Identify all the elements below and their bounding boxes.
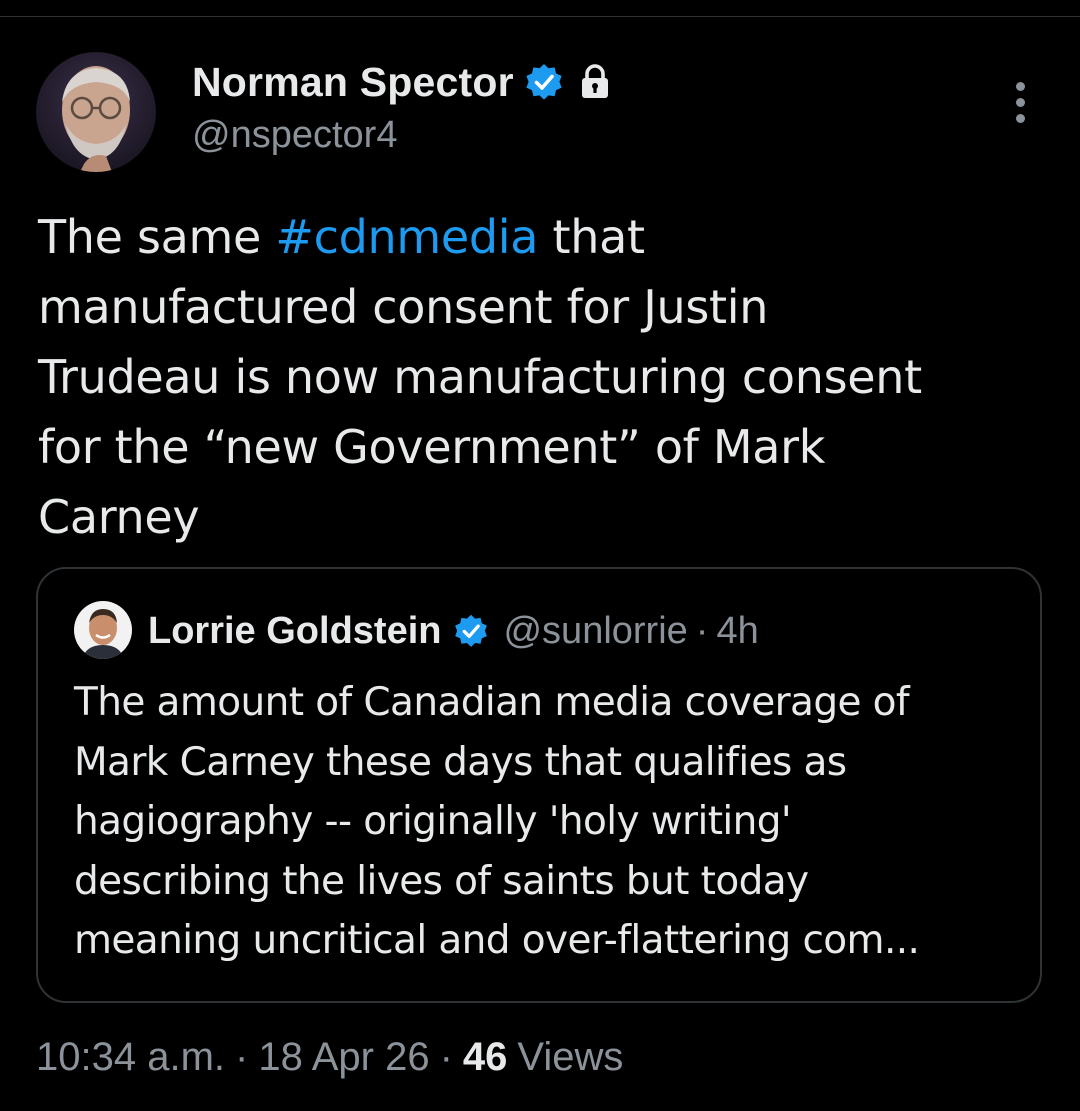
tweet-text-segment: The same — [38, 210, 276, 264]
more-options-icon[interactable] — [1000, 78, 1040, 126]
author-handle[interactable]: @nspector4 — [192, 114, 397, 157]
tweet-text-segment: that — [538, 210, 645, 264]
tweet-time[interactable]: 10:34 a.m. — [36, 1035, 225, 1080]
tweet-line: The same #cdnmedia that — [38, 202, 1028, 272]
more-dot — [1015, 81, 1025, 91]
quoted-header: Lorrie Goldstein @sunlorrie · 4h — [148, 603, 759, 659]
tweet-line: for the “new Government” of Mark — [38, 420, 826, 474]
quoted-line: describing the lives of saints but today — [74, 858, 809, 904]
views-count[interactable]: 46 — [463, 1035, 508, 1080]
more-dot — [1015, 97, 1025, 107]
quoted-timestamp[interactable]: 4h — [716, 610, 758, 653]
verified-badge-icon — [524, 62, 564, 102]
quoted-author-avatar[interactable] — [74, 601, 132, 659]
quoted-text: The amount of Canadian media coverage of… — [74, 673, 1024, 971]
more-dot — [1015, 113, 1025, 123]
lock-icon — [580, 64, 610, 100]
tweet-line: Trudeau is now manufacturing consent — [38, 350, 922, 404]
author-name-row: Norman Spector — [192, 56, 610, 108]
tweet-date[interactable]: 18 Apr 26 — [258, 1035, 429, 1080]
author-avatar[interactable] — [36, 52, 156, 172]
quoted-author-avatar-image — [74, 601, 132, 659]
quoted-display-name[interactable]: Lorrie Goldstein — [148, 610, 441, 653]
quoted-line: Mark Carney these days that qualifies as — [74, 739, 847, 785]
meta-separator: · — [439, 1034, 453, 1079]
quoted-tweet-card[interactable]: Lorrie Goldstein @sunlorrie · 4h The amo… — [36, 567, 1042, 1003]
quoted-handle[interactable]: @sunlorrie — [503, 610, 687, 653]
tweet-line: Carney — [38, 490, 200, 544]
quoted-line: meaning uncritical and over-flattering c… — [74, 918, 920, 963]
quoted-line: hagiography -- originally 'holy writing' — [74, 799, 792, 844]
quoted-line: The amount of Canadian media coverage of — [74, 680, 910, 725]
quoted-separator: · — [695, 609, 709, 652]
hashtag-link[interactable]: #cdnmedia — [275, 210, 538, 264]
verified-badge-icon — [453, 613, 489, 649]
meta-separator: · — [235, 1034, 249, 1079]
author-avatar-image — [36, 52, 156, 172]
tweet-line: manufactured consent for Justin — [38, 280, 769, 334]
views-label[interactable]: Views — [517, 1035, 623, 1080]
tweet-meta: 10:34 a.m. · 18 Apr 26 · 46 Views — [36, 1030, 623, 1084]
tweet-text: The same #cdnmedia that manufactured con… — [38, 202, 1028, 552]
author-display-name[interactable]: Norman Spector — [192, 59, 514, 106]
top-divider — [0, 16, 1080, 17]
